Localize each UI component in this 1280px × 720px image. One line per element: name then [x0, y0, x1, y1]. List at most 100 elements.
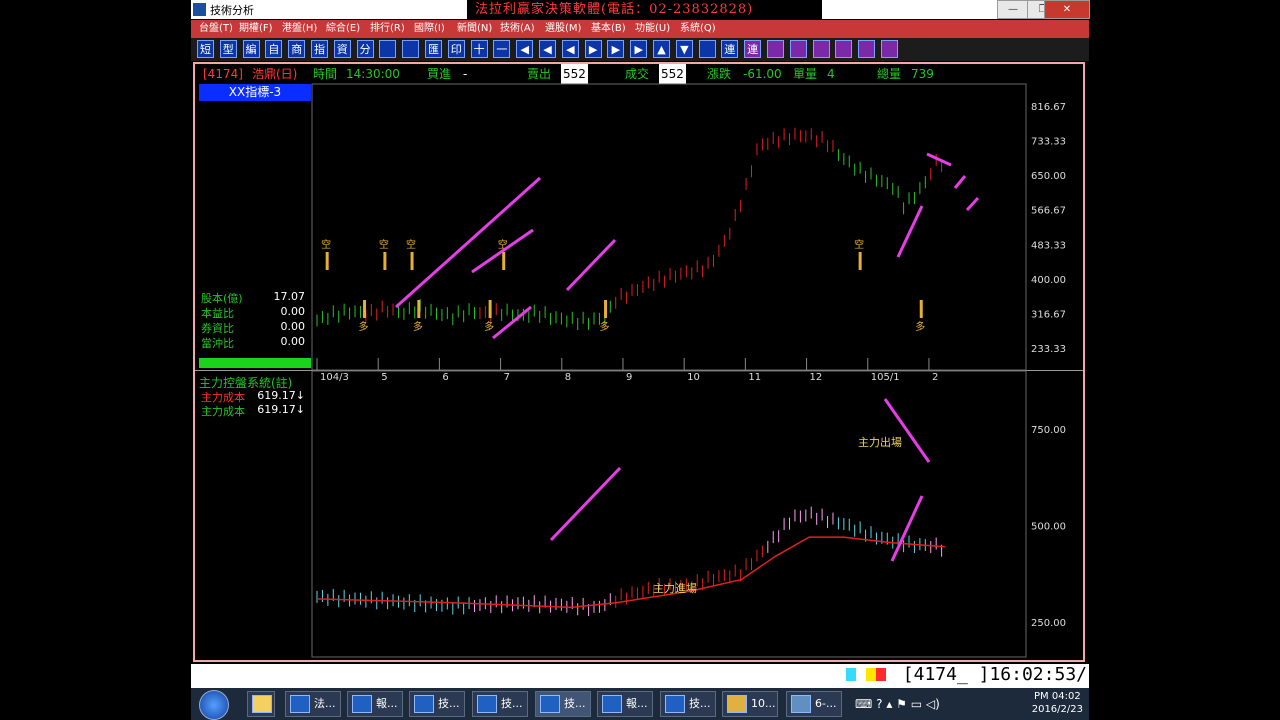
window-title: 技術分析 [210, 4, 254, 17]
toolbar-button-4[interactable]: 商 [288, 40, 306, 58]
y-tick-label: 400.00 [1031, 275, 1066, 286]
menu-hk[interactable]: 港盤(H) [280, 21, 319, 37]
minimize-button[interactable]: — [997, 0, 1029, 19]
toolbar-button-6[interactable]: 資 [333, 40, 351, 58]
signal-label: 多 [359, 320, 369, 333]
status-bar: [4174_ ]16:02:53/ [191, 664, 1089, 688]
toolbar-button-14[interactable]: ◀ [516, 40, 534, 58]
y-tick-label: 483.33 [1031, 240, 1066, 251]
toolbar-button-21[interactable]: ▼ [675, 40, 693, 58]
toolbar-button-25[interactable] [767, 40, 784, 58]
signal-label: 多 [484, 320, 494, 333]
toolbar-button-9[interactable] [402, 40, 420, 58]
menu-technical[interactable]: 技術(A) [498, 21, 537, 37]
x-tick-label: 8 [565, 372, 571, 383]
signal-label: 空 [321, 238, 331, 251]
y-tick-label: 816.67 [1031, 102, 1066, 113]
color-legend-bar [846, 668, 886, 681]
menu-news[interactable]: 新聞(N) [455, 21, 494, 37]
x-tick-label: 6 [442, 372, 448, 383]
toolbar-button-30[interactable] [881, 40, 898, 58]
menu-fundamental[interactable]: 基本(B) [589, 21, 628, 37]
toolbar-button-18[interactable]: ▶ [607, 40, 625, 58]
taskbar: 法... 報... 技... 技... 技... 報... 技... 10...… [191, 688, 1089, 720]
toolbar-button-28[interactable] [835, 40, 853, 58]
toolbar-button-1[interactable]: 型 [219, 40, 237, 58]
taskbar-task-3[interactable]: 技... [409, 691, 465, 717]
y-tick-label: 316.67 [1031, 310, 1066, 321]
tray-icons[interactable]: ⌨ ? ▴ ⚑ ▭ ◁) [855, 697, 940, 711]
toolbar-button-23[interactable]: 連 [721, 40, 739, 58]
menu-futures[interactable]: 期權(F) [237, 21, 275, 37]
start-button[interactable] [199, 690, 229, 720]
taskbar-task-6[interactable]: 報... [597, 691, 653, 717]
x-tick-label: 104/3 [320, 372, 349, 383]
toolbar-button-20[interactable]: ▲ [653, 40, 670, 58]
menu-international[interactable]: 國際(I) [412, 21, 447, 37]
chart-canvas[interactable]: 816.67 733.33 650.00 566.67 483.33 400.00 316.… [195, 64, 1083, 660]
menu-function[interactable]: 功能(U) [633, 21, 672, 37]
toolbar-button-5[interactable]: 指 [311, 40, 328, 58]
title-bar: 技術分析 法拉利贏家決策軟體(電話：02-23832828) — ❐ ✕ [191, 0, 1090, 19]
taskbar-task-1[interactable]: 法... [285, 691, 341, 717]
menu-ranking[interactable]: 排行(R) [368, 21, 407, 37]
y-tick-label: 733.33 [1031, 136, 1066, 147]
taskbar-task-4[interactable]: 技... [472, 691, 528, 717]
toolbar-button-19[interactable]: ▶ [630, 40, 648, 58]
x-tick-label: 10 [687, 372, 700, 383]
taskbar-task-2[interactable]: 報... [347, 691, 403, 717]
toolbar-button-29[interactable] [858, 40, 876, 58]
x-tick-label: 9 [626, 372, 632, 383]
lower-chart: 750.00 500.00 250.00 [316, 425, 1066, 629]
toolbar-button-11[interactable]: 印 [447, 40, 465, 58]
signal-label: 多 [915, 320, 925, 333]
signal-label: 空 [854, 238, 864, 251]
lower-plot-frame [311, 370, 1027, 658]
annotation-arrow [565, 238, 617, 292]
chart-window: [4174] 浩鼎(日) 時間 14:30:00 買進 - 賣出 552 成交 … [193, 62, 1085, 662]
x-tick-label: 12 [810, 372, 823, 383]
taskbar-task-8[interactable]: 10... [722, 691, 778, 717]
system-clock[interactable]: PM 04:02 2016/2/23 [1032, 690, 1083, 716]
annotation-arrows [394, 152, 980, 562]
taskbar-task-5[interactable]: 技... [535, 691, 591, 717]
application-window: 技術分析 法拉利贏家決策軟體(電話：02-23832828) — ❐ ✕ 台盤(… [191, 0, 1090, 689]
toolbar-button-12[interactable]: 十 [470, 40, 488, 58]
status-clock: [4174_ ]16:02:53/ [902, 664, 1087, 685]
annotation-arrow [549, 466, 622, 542]
y-tick-label: 650.00 [1031, 171, 1066, 182]
toolbar-button-17[interactable]: ▶ [584, 40, 602, 58]
annotation-arrow [965, 196, 980, 212]
close-button[interactable]: ✕ [1044, 0, 1090, 19]
toolbar-button-22[interactable] [698, 40, 716, 58]
toolbar-button-24[interactable]: 連 [744, 40, 762, 58]
signal-label: 空 [379, 238, 389, 251]
menu-composite[interactable]: 綜合(E) [324, 21, 362, 37]
y-tick-label: 250.00 [1031, 618, 1066, 629]
toolbar-button-0[interactable]: 短 [197, 40, 214, 58]
toolbar-button-16[interactable]: ◀ [561, 40, 579, 58]
toolbar-button-2[interactable]: 編 [242, 40, 260, 58]
toolbar-button-10[interactable]: 匯 [425, 40, 442, 58]
y-tick-label: 500.00 [1031, 522, 1066, 533]
toolbar-button-8[interactable] [379, 40, 397, 58]
menu-taipan[interactable]: 台盤(T) [197, 21, 235, 37]
annotation-arrow [896, 205, 924, 258]
toolbar-button-13[interactable]: 一 [493, 40, 511, 58]
toolbar-button-15[interactable]: ◀ [539, 40, 556, 58]
main-force-entry-label: 主力進場 [653, 582, 697, 595]
taskbar-apps-icon[interactable] [247, 691, 275, 717]
toolbar-button-7[interactable]: 分 [356, 40, 374, 58]
toolbar-button-26[interactable] [789, 40, 807, 58]
annotation-arrow [883, 398, 931, 463]
taskbar-task-9[interactable]: 6-... [786, 691, 842, 717]
toolbar-button-3[interactable]: 自 [265, 40, 283, 58]
annotation-arrow [926, 152, 952, 167]
signal-label: 空 [406, 238, 416, 251]
toolbar-button-27[interactable] [812, 40, 830, 58]
taskbar-task-7[interactable]: 技... [660, 691, 716, 717]
menu-stock-picking[interactable]: 選股(M) [543, 21, 583, 37]
menu-system[interactable]: 系統(Q) [678, 21, 718, 37]
annotation-arrow [953, 175, 967, 189]
y-tick-label: 750.00 [1031, 425, 1066, 436]
